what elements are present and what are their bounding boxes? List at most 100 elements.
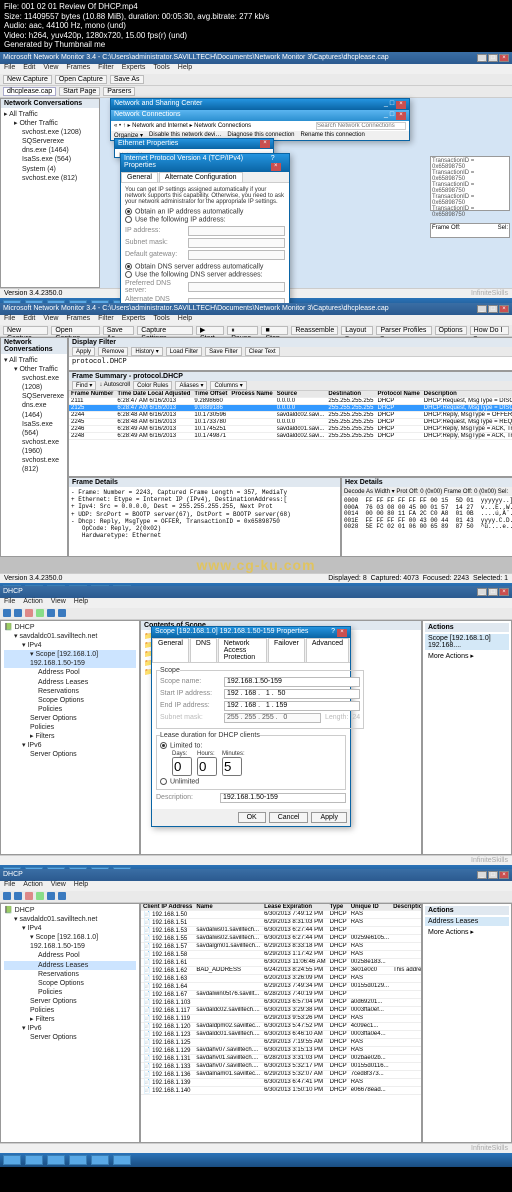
frame-summary-table[interactable]: Frame NumberTime Date Local AdjustedTime… <box>69 391 512 440</box>
start-button[interactable]: ▶ Start <box>196 326 224 335</box>
tree-proc[interactable]: IsaSs.exe (564) <box>4 155 96 164</box>
table-row[interactable]: 📄 192.168.1.1396/30/2013 6:47:41 PMDHCPR… <box>141 1078 422 1086</box>
minutes-input[interactable] <box>222 757 242 776</box>
tree-proc[interactable]: svchost.exe (812) <box>4 456 64 474</box>
radio-auto-dns[interactable] <box>125 263 132 270</box>
tab-dhcplease[interactable]: dhcplease.cap <box>3 87 56 96</box>
menu-view[interactable]: View <box>51 598 66 608</box>
rename-btn[interactable]: Rename this connection <box>300 132 364 139</box>
col-header[interactable]: Frame Number <box>69 391 115 398</box>
breadcrumb[interactable]: « • ↑ ▸ Network and Internet ▸ Network C… <box>114 122 251 130</box>
tree-other-traffic[interactable]: ▾ Other Traffic <box>4 365 64 374</box>
scope-name-input[interactable] <box>224 677 360 687</box>
max-btn[interactable]: □ <box>488 305 498 313</box>
tree-ipv6[interactable]: ▾ IPv6 <box>4 741 136 750</box>
help-icon[interactable]: ? <box>331 628 335 635</box>
tree-dhcp[interactable]: 📗 DHCP <box>4 906 136 915</box>
cancel-button[interactable]: Cancel <box>269 812 309 823</box>
min-icon[interactable]: _ <box>384 111 388 118</box>
close-icon[interactable]: × <box>271 163 281 171</box>
min-btn[interactable]: _ <box>477 54 487 62</box>
table-row[interactable]: 📄 192.168.1.1196/29/2013 9:53:26 PMDHCPR… <box>141 1014 422 1022</box>
menu-edit[interactable]: Edit <box>23 315 35 325</box>
tree-scopeopts[interactable]: Scope Options <box>4 979 136 988</box>
saveas-button[interactable]: Save As <box>110 75 144 84</box>
clear-text-button[interactable]: Clear Text <box>245 347 280 356</box>
close-btn[interactable]: × <box>499 54 509 62</box>
history-button[interactable]: History ▾ <box>131 347 162 356</box>
hours-input[interactable] <box>197 757 217 776</box>
tree-server[interactable]: ▾ savdaldc01.savilltech.net <box>4 915 136 924</box>
menu-action[interactable]: Action <box>23 598 42 608</box>
table-row[interactable]: 📄 192.168.1.57savdalgm01.savilltech...6/… <box>141 942 422 950</box>
taskbar-icon[interactable] <box>3 1155 21 1165</box>
tree-addrpool[interactable]: Address Pool <box>4 951 136 960</box>
menu-experts[interactable]: Experts <box>122 64 146 74</box>
stop-button[interactable]: ■ Stop <box>261 326 288 335</box>
search-input[interactable] <box>316 122 406 130</box>
frame-details-text[interactable]: - Frame: Number = 2243, Captured Frame L… <box>69 487 340 541</box>
delete-icon[interactable] <box>25 892 33 900</box>
taskbar-icon[interactable] <box>113 1155 131 1165</box>
parser-profiles-button[interactable]: Parser Profiles ▾ <box>376 326 431 335</box>
pause-button[interactable]: ⏸ Pause <box>227 326 258 335</box>
table-row[interactable]: 📄 192.168.1.120savdaldpm02.savilltec...6… <box>141 1022 422 1030</box>
tree-ipv4[interactable]: ▾ IPv4 <box>4 924 136 933</box>
menu-help[interactable]: Help <box>74 881 88 891</box>
tree-other-traffic[interactable]: ▸ Other Traffic <box>4 119 96 128</box>
table-row[interactable]: 📄 192.168.1.117savdaldc02.savilltech....… <box>141 1006 422 1014</box>
new-capture-button[interactable]: New Capture <box>3 75 52 84</box>
export-icon[interactable] <box>47 609 55 617</box>
new-capture-button[interactable]: New Capture <box>3 326 48 335</box>
tab-general[interactable]: General <box>152 638 189 662</box>
tab-startpage[interactable]: Start Page <box>59 87 100 96</box>
help-icon[interactable] <box>58 609 66 617</box>
back-icon[interactable] <box>3 609 11 617</box>
tree-dhcp[interactable]: 📗 DHCP <box>4 623 136 632</box>
remove-button[interactable]: Remove <box>98 347 128 356</box>
refresh-icon[interactable] <box>36 892 44 900</box>
table-row[interactable]: 📄 192.168.1.67savdalwin05t76.savillt...6… <box>141 990 422 998</box>
table-row[interactable]: 22486:28:49 AM 6/16/201310.1749871savdal… <box>69 432 512 439</box>
open-capture-button[interactable]: Open Capture <box>51 326 99 335</box>
radio-unlimited[interactable] <box>160 778 167 785</box>
table-row[interactable]: 📄 192.168.1.62BAD_ADDRESS6/24/2013 8:24:… <box>141 966 422 974</box>
radio-auto-ip[interactable] <box>125 208 132 215</box>
tree-srvopt[interactable]: Server Options <box>4 714 136 723</box>
col-header[interactable]: Process Name <box>229 391 274 398</box>
help-icon[interactable] <box>58 892 66 900</box>
taskbar-icon[interactable] <box>47 1155 65 1165</box>
table-row[interactable]: 21116:28:47 AM 6/16/20139.28986600.0.0.0… <box>69 397 512 404</box>
table-row[interactable]: 22456:28:48 AM 6/16/201310.17337800.0.0.… <box>69 418 512 425</box>
table-row[interactable]: 📄 192.168.1.123savdaldc01.savilltech....… <box>141 1030 422 1038</box>
tab-advanced[interactable]: Advanced <box>306 638 349 662</box>
tree-proc[interactable]: svchost.exe (812) <box>4 174 96 183</box>
menu-help[interactable]: Help <box>74 598 88 608</box>
tree-ipv4[interactable]: ▾ IPv4 <box>4 641 136 650</box>
tree-proc[interactable]: SQServerexe <box>4 392 64 401</box>
tab-general[interactable]: General <box>121 172 158 182</box>
min-btn[interactable]: _ <box>477 305 487 313</box>
tree-all-traffic[interactable]: ▾ All Traffic <box>4 356 64 365</box>
radio-limited[interactable] <box>160 742 167 749</box>
table-row[interactable]: 22466:28:49 AM 6/16/201310.1745251savdal… <box>69 425 512 432</box>
close-btn[interactable]: × <box>499 588 509 596</box>
layout-button[interactable]: Layout ▾ <box>341 326 373 335</box>
menu-view[interactable]: View <box>43 64 58 74</box>
table-row[interactable]: 📄 192.168.1.55savdalws02.savilltech...6/… <box>141 934 422 942</box>
tab-dns[interactable]: DNS <box>190 638 217 662</box>
tree-reservations[interactable]: Reservations <box>4 687 136 696</box>
tree-scopeopts[interactable]: Scope Options <box>4 696 136 705</box>
tree-policies[interactable]: Policies <box>4 1006 136 1015</box>
aliases-button[interactable]: Aliases ▾ <box>175 381 207 390</box>
table-row[interactable]: 📄 192.168.1.516/29/2013 8:31:03 PMDHCPRA… <box>141 918 422 926</box>
howdoi-button[interactable]: How Do I ▾ <box>470 326 509 335</box>
open-capture-button[interactable]: Open Capture <box>55 75 107 84</box>
start-ip-input[interactable] <box>224 689 360 699</box>
tree-srvopt6[interactable]: Server Options <box>4 1033 136 1042</box>
menu-view[interactable]: View <box>51 881 66 891</box>
tree-policies[interactable]: Policies <box>4 988 136 997</box>
table-row[interactable]: 📄 192.168.1.1406/30/2013 1:50:10 PMDHCPe… <box>141 1086 422 1094</box>
autoscroll-toggle[interactable]: ↓ Autoscroll <box>99 382 130 388</box>
max-btn[interactable]: □ <box>488 871 498 879</box>
